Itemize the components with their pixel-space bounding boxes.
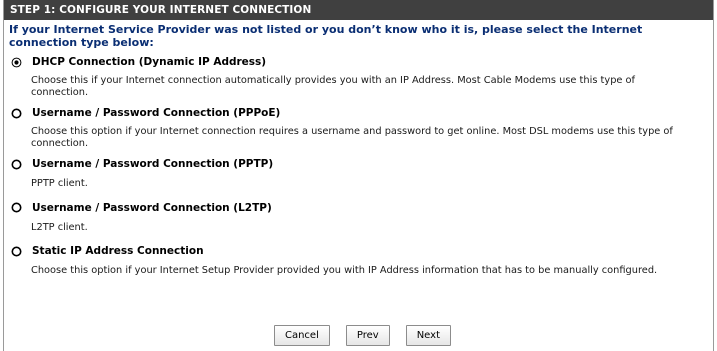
next-button[interactable]: Next	[405, 325, 451, 346]
radio-pptp[interactable]	[10, 158, 23, 171]
intro-text: If your Internet Service Provider was no…	[9, 23, 643, 49]
cancel-button[interactable]: Cancel	[273, 325, 330, 346]
option-dhcp[interactable]: DHCP Connection (Dynamic IP Address)	[4, 53, 713, 71]
radio-dhcp[interactable]	[10, 56, 23, 69]
connection-options: DHCP Connection (Dynamic IP Address) Cho…	[4, 53, 713, 277]
option-pptp-description: PPTP client.	[31, 178, 88, 189]
option-l2tp-description: L2TP client.	[31, 221, 88, 233]
option-static-ip-description: Choose this option if your Internet Setu…	[31, 265, 658, 276]
option-l2tp[interactable]: Username / Password Connection (L2TP)	[4, 199, 713, 217]
option-pppoe-label: Username / Password Connection (PPPoE)	[32, 107, 281, 119]
radio-l2tp[interactable]	[10, 201, 23, 214]
prev-button[interactable]: Prev	[345, 325, 390, 346]
radio-static-ip[interactable]	[10, 245, 23, 258]
option-pppoe[interactable]: Username / Password Connection (PPPoE)	[4, 104, 713, 122]
option-static-ip-label: Static IP Address Connection	[32, 245, 204, 257]
setup-wizard-panel: STEP 1: CONFIGURE YOUR INTERNET CONNECTI…	[3, 0, 714, 351]
option-l2tp-label: Username / Password Connection (L2TP)	[32, 201, 272, 214]
option-dhcp-description: Choose this if your Internet connection …	[31, 75, 635, 98]
option-pptp[interactable]: Username / Password Connection (PPTP)	[4, 155, 713, 173]
step-header: STEP 1: CONFIGURE YOUR INTERNET CONNECTI…	[4, 0, 713, 20]
option-dhcp-label: DHCP Connection (Dynamic IP Address)	[32, 56, 267, 68]
radio-pppoe[interactable]	[10, 107, 23, 120]
option-pptp-label: Username / Password Connection (PPTP)	[32, 158, 274, 170]
option-static-ip[interactable]: Static IP Address Connection	[4, 242, 713, 260]
option-pppoe-description: Choose this option if your Internet conn…	[31, 126, 673, 149]
wizard-buttons: Cancel Prev Next	[4, 325, 713, 346]
